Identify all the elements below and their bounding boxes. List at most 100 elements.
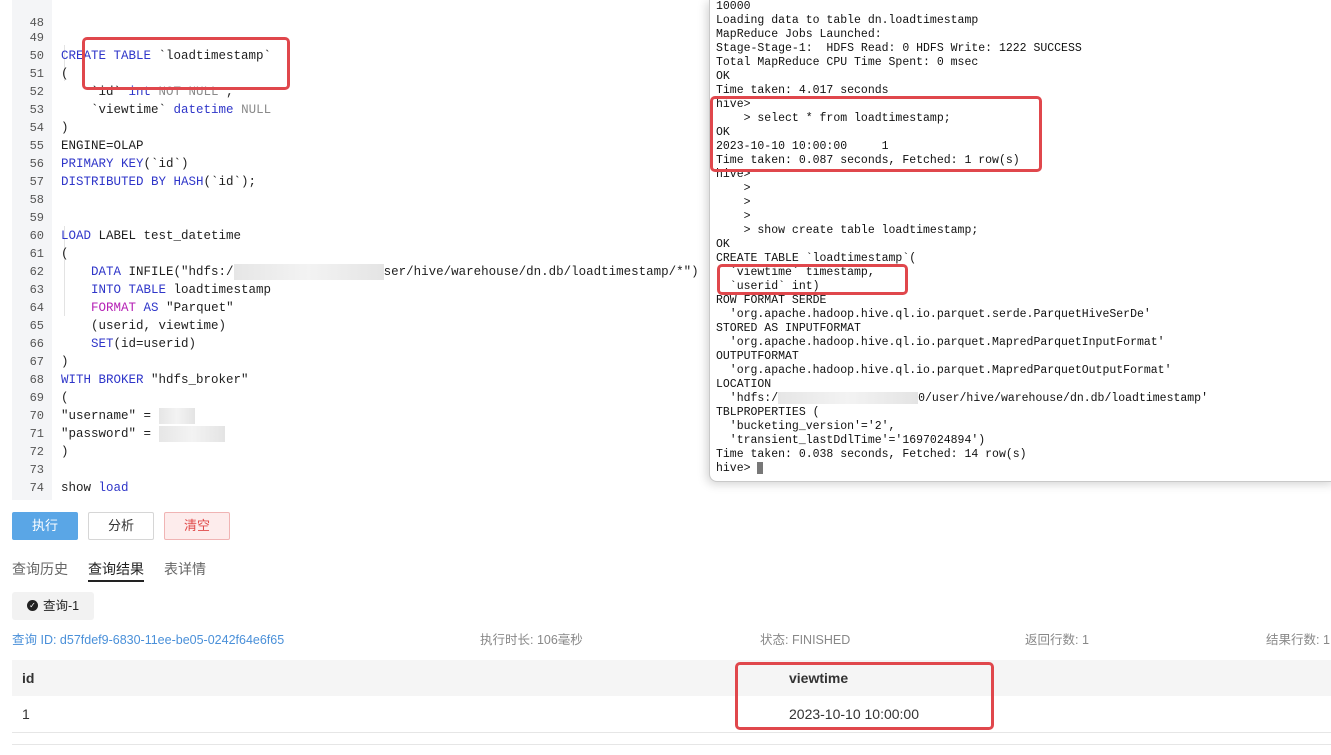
analyze-button[interactable]: 分析 bbox=[88, 512, 154, 540]
terminal-line: 'org.apache.hadoop.hive.ql.io.parquet.Ma… bbox=[716, 364, 1172, 377]
highlight-box-hive-schema bbox=[717, 264, 908, 295]
terminal-line: > bbox=[716, 210, 751, 223]
highlight-box-hive-select bbox=[710, 96, 1042, 172]
code-line: 63 FORMAT AS "Parquet" bbox=[0, 263, 234, 315]
code-line: 60 ( bbox=[0, 209, 69, 261]
cell-id: 1 bbox=[22, 706, 30, 722]
code-text: WITH BROKER "hdfs_broker" bbox=[61, 373, 249, 387]
terminal-line: OK bbox=[716, 238, 730, 251]
terminal-line: Stage-Stage-1: HDFS Read: 0 HDFS Write: … bbox=[716, 42, 1082, 55]
terminal-line: OK bbox=[716, 70, 730, 83]
terminal-line: 'org.apache.hadoop.hive.ql.io.parquet.Ma… bbox=[716, 336, 1165, 349]
terminal-prompt[interactable]: hive> bbox=[716, 462, 764, 476]
code-text: DATA INFILE("hdfs:/ser/hive/warehouse/dn… bbox=[91, 263, 699, 280]
terminal-line: Total MapReduce CPU Time Spent: 0 msec bbox=[716, 56, 979, 69]
redacted-host bbox=[233, 263, 384, 280]
column-header-id[interactable]: id bbox=[22, 670, 34, 686]
terminal-line: STORED AS INPUTFORMAT bbox=[716, 322, 861, 335]
check-circle-icon: ✓ bbox=[27, 600, 38, 611]
code-line: 49 CREATE TABLE `loadtimestamp` bbox=[0, 11, 271, 63]
terminal-line: Time taken: 0.038 seconds, Fetched: 14 r… bbox=[716, 448, 1027, 461]
code-line: 55 PRIMARY KEY(`id`) bbox=[0, 119, 189, 171]
code-line: 69 "username" = bbox=[0, 371, 195, 424]
code-text: show load bbox=[61, 481, 129, 495]
query-result-chip[interactable]: ✓ 查询-1 bbox=[12, 592, 94, 620]
terminal-line: MapReduce Jobs Launched: bbox=[716, 28, 882, 41]
hive-terminal-window[interactable]: 10000 Loading data to table dn.loadtimes… bbox=[709, 0, 1331, 482]
code-line: 64 (userid, viewtime) bbox=[0, 281, 226, 333]
terminal-line: 'hdfs:/0/user/hive/warehouse/dn.db/loadt… bbox=[716, 392, 1208, 406]
code-text: "username" = bbox=[61, 407, 195, 425]
clear-button[interactable]: 清空 bbox=[164, 512, 230, 540]
terminal-line: 'transient_lastDdlTime'='1697024894') bbox=[716, 434, 986, 447]
code-line: 54 ENGINE=OLAP bbox=[0, 101, 144, 153]
highlight-box-result-viewtime bbox=[735, 662, 994, 730]
redacted-host bbox=[778, 392, 919, 404]
code-text: INTO TABLE loadtimestamp bbox=[91, 283, 272, 297]
query-id-link[interactable]: 查询 ID: d57fdef9-6830-11ee-be05-0242f64e6… bbox=[12, 632, 284, 648]
code-text: `viewtime` datetime NULL bbox=[61, 103, 272, 117]
code-line: 52 `viewtime` datetime NULL bbox=[0, 65, 271, 117]
line-number: 75 bbox=[12, 497, 44, 500]
terminal-line: Loading data to table dn.loadtimestamp bbox=[716, 14, 979, 27]
code-text: ) bbox=[61, 445, 69, 459]
code-line: 72 bbox=[0, 425, 44, 459]
run-button[interactable]: 执行 bbox=[12, 512, 78, 540]
terminal-line: OUTPUTFORMAT bbox=[716, 350, 799, 363]
terminal-line: > bbox=[716, 182, 751, 195]
terminal-line: ROW FORMAT SERDE bbox=[716, 294, 827, 307]
terminal-line: 10000 bbox=[716, 0, 751, 13]
table-row[interactable]: 1 2023-10-10 10:00:00 bbox=[12, 696, 1331, 733]
code-text: (userid, viewtime) bbox=[61, 319, 227, 333]
code-text: ( bbox=[61, 67, 69, 81]
code-line: 71 ) bbox=[0, 407, 69, 459]
terminal-line: 'bucketing_version'='2', bbox=[716, 420, 896, 433]
terminal-line: > show create table loadtimestamp; bbox=[716, 224, 979, 237]
returned-rows: 返回行数: 1 bbox=[1025, 633, 1089, 647]
execution-duration: 执行时长: 106毫秒 bbox=[480, 633, 583, 647]
code-line: 66 ) bbox=[0, 317, 69, 369]
redacted-password bbox=[158, 425, 225, 442]
code-line: 68 ( bbox=[0, 353, 69, 405]
code-line: 70 "password" = bbox=[0, 389, 225, 442]
code-line: 51 `id` int NOT NULL , bbox=[0, 47, 234, 99]
code-text: ( bbox=[61, 247, 69, 261]
code-text: ( bbox=[61, 391, 69, 405]
code-text: FORMAT AS "Parquet" bbox=[91, 301, 234, 315]
code-line: 65 SET(id=userid) bbox=[0, 299, 196, 351]
terminal-line: 'org.apache.hadoop.hive.ql.io.parquet.se… bbox=[716, 308, 1151, 321]
text-cursor bbox=[757, 462, 764, 474]
code-text: DISTRIBUTED BY HASH(`id`); bbox=[61, 175, 257, 189]
code-line: 67 WITH BROKER "hdfs_broker" bbox=[0, 335, 249, 387]
terminal-line: LOCATION bbox=[716, 378, 772, 391]
results-table-header: id viewtime bbox=[12, 660, 1331, 697]
code-line: 58 bbox=[0, 173, 44, 207]
tab-query-results[interactable]: 查询结果 bbox=[88, 559, 144, 582]
code-line: 74 bbox=[0, 461, 44, 495]
code-line: 61 DATA INFILE("hdfs:/ser/hive/warehouse… bbox=[0, 227, 699, 280]
code-line: 62 INTO TABLE loadtimestamp bbox=[0, 245, 271, 297]
highlight-box-doris-schema bbox=[82, 37, 290, 90]
code-line: 57 bbox=[0, 155, 44, 189]
code-line: 73 show load bbox=[0, 443, 129, 495]
code-text: LOAD LABEL test_datetime bbox=[61, 229, 242, 243]
code-line: 53 ) bbox=[0, 83, 69, 135]
code-line: 59 LOAD LABEL test_datetime bbox=[0, 191, 241, 243]
query-status: 状态: FINISHED bbox=[760, 633, 851, 647]
code-text: ) bbox=[61, 121, 69, 135]
redacted-username bbox=[158, 407, 195, 424]
code-line: 50 ( bbox=[0, 29, 69, 81]
code-line: 75 select * from loadtimestamp bbox=[0, 479, 44, 500]
tab-query-history[interactable]: 查询历史 bbox=[12, 559, 68, 579]
result-rows: 结果行数: 1 bbox=[1266, 633, 1330, 647]
tab-table-details[interactable]: 表详情 bbox=[164, 559, 206, 579]
table-divider bbox=[12, 744, 1331, 745]
code-text: PRIMARY KEY(`id`) bbox=[61, 157, 189, 171]
code-text: ) bbox=[61, 355, 69, 369]
query-chip-label: 查询-1 bbox=[43, 599, 80, 613]
terminal-line: TBLPROPERTIES ( bbox=[716, 406, 820, 419]
code-text: SET(id=userid) bbox=[91, 337, 197, 351]
code-text: ENGINE=OLAP bbox=[61, 139, 144, 153]
code-line: 56 DISTRIBUTED BY HASH(`id`); bbox=[0, 137, 256, 189]
terminal-line: > bbox=[716, 196, 751, 209]
